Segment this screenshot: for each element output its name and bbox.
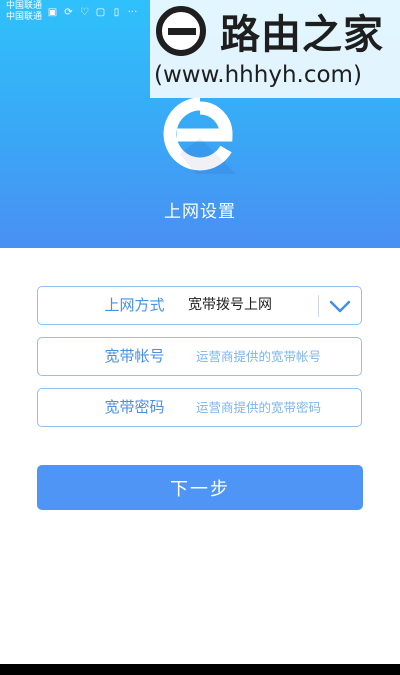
sim-icon: ▯ xyxy=(113,7,120,18)
photo-icon: ▢ xyxy=(95,7,106,18)
watermark: 路由之家 (www.hhhyh.com) xyxy=(150,0,400,98)
watermark-url: (www.hhhyh.com) xyxy=(154,62,362,88)
watermark-logo-icon xyxy=(156,6,206,56)
navigation-bar xyxy=(0,664,400,675)
sync-icon: ⟳ xyxy=(64,7,73,18)
page-title: 上网设置 xyxy=(164,202,236,222)
account-label: 宽带帐号 xyxy=(104,347,165,365)
status-icons: ▣ ⟳ ♡ ▢ ▯ ··· xyxy=(46,7,139,19)
carrier-label-secondary: 中国联通 xyxy=(6,12,43,22)
account-input[interactable] xyxy=(196,344,356,369)
carrier-label: 中国联通 xyxy=(6,1,43,11)
account-field[interactable]: 宽带帐号 xyxy=(37,337,362,376)
password-input[interactable] xyxy=(196,395,356,420)
connection-type-select[interactable]: 上网方式 宽带拨号上网 xyxy=(37,286,362,325)
connection-type-value: 宽带拨号上网 xyxy=(188,297,272,313)
heart-icon: ♡ xyxy=(80,7,89,18)
app-logo-icon xyxy=(163,97,236,174)
signal-icon: ▣ xyxy=(47,7,58,18)
select-divider xyxy=(318,295,319,317)
more-icon: ··· xyxy=(127,7,138,18)
password-label: 宽带密码 xyxy=(104,398,165,416)
next-button[interactable]: 下一步 xyxy=(37,465,363,510)
connection-type-label: 上网方式 xyxy=(104,296,165,314)
watermark-site-name: 路由之家 xyxy=(220,12,384,58)
chevron-down-icon[interactable] xyxy=(326,292,354,320)
password-field[interactable]: 宽带密码 xyxy=(37,388,362,427)
